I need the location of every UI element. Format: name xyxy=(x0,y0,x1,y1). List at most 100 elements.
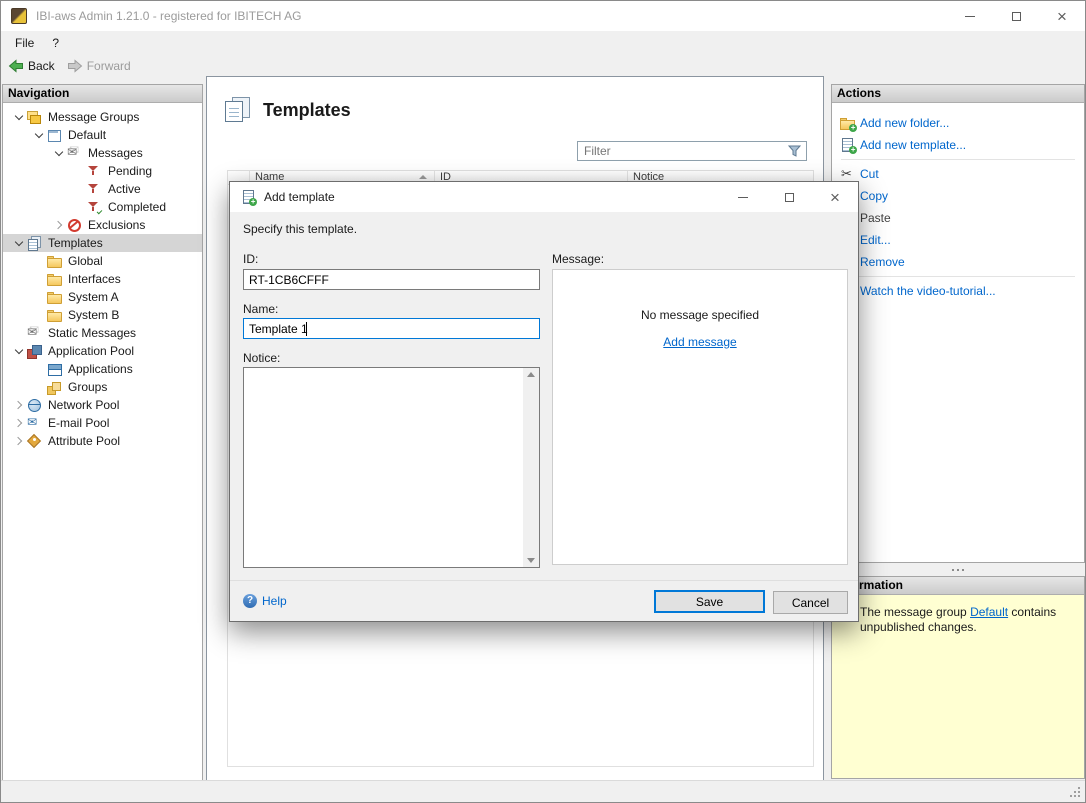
tree-item-completed[interactable]: Completed xyxy=(3,198,202,216)
add-template-dialog-icon xyxy=(240,189,256,205)
action-cut[interactable]: Cut xyxy=(832,163,1084,185)
forward-button[interactable]: Forward xyxy=(67,58,131,74)
action-copy[interactable]: Copy xyxy=(832,185,1084,207)
tree-item-label: Static Messages xyxy=(48,326,136,340)
close-button[interactable] xyxy=(1039,1,1085,31)
templates-page-icon xyxy=(224,97,252,123)
chevron-right-icon[interactable] xyxy=(13,435,27,447)
folder-icon xyxy=(47,272,61,286)
save-button[interactable]: Save xyxy=(654,590,765,613)
filter-input[interactable] xyxy=(578,144,788,158)
dialog-subtitle: Specify this template. xyxy=(243,222,357,236)
tree-item-templates[interactable]: Templates xyxy=(3,234,202,252)
chevron-spacer xyxy=(33,291,47,303)
page-title: Templates xyxy=(263,100,351,121)
toolbar: Back Forward xyxy=(1,54,1085,78)
scissors-icon xyxy=(840,166,856,182)
groups-icon xyxy=(47,380,61,394)
tree-item-static-messages[interactable]: Static Messages xyxy=(3,324,202,342)
notice-scrollbar[interactable] xyxy=(523,368,539,567)
menu-file[interactable]: File xyxy=(6,33,43,53)
chevron-right-icon[interactable] xyxy=(13,417,27,429)
tree-item-groups[interactable]: Groups xyxy=(3,378,202,396)
dialog-close-button[interactable] xyxy=(812,182,858,212)
chevron-spacer xyxy=(73,165,87,177)
tree-item-global[interactable]: Global xyxy=(3,252,202,270)
tree-item-label: System B xyxy=(68,308,119,322)
action-edit[interactable]: Edit... xyxy=(832,229,1084,251)
message-groups-icon xyxy=(27,110,41,124)
actions-header: Actions xyxy=(832,85,1084,103)
tree-item-email-pool[interactable]: E-mail Pool xyxy=(3,414,202,432)
separator xyxy=(841,159,1075,160)
notice-textarea[interactable] xyxy=(243,367,540,568)
dialog-titlebar: Add template xyxy=(230,182,858,212)
tree-item-interfaces[interactable]: Interfaces xyxy=(3,270,202,288)
default-group-link[interactable]: Default xyxy=(970,605,1008,619)
no-message-text: No message specified xyxy=(553,308,847,322)
action-watch-tutorial[interactable]: Watch the video-tutorial... xyxy=(832,280,1084,302)
info-text-before: The message group xyxy=(860,605,970,619)
action-paste[interactable]: Paste xyxy=(832,207,1084,229)
tree-item-messages[interactable]: Messages xyxy=(3,144,202,162)
forward-arrow-icon xyxy=(67,58,83,74)
tree-item-system-a[interactable]: System A xyxy=(3,288,202,306)
tree-item-active[interactable]: Active xyxy=(3,180,202,198)
scroll-up-icon[interactable] xyxy=(527,372,535,377)
check-mark xyxy=(97,209,103,215)
tree-item-attribute-pool[interactable]: Attribute Pool xyxy=(3,432,202,450)
tree-item-applications[interactable]: Applications xyxy=(3,360,202,378)
tree-item-application-pool[interactable]: Application Pool xyxy=(3,342,202,360)
tree-item-system-b[interactable]: System B xyxy=(3,306,202,324)
navigation-header: Navigation xyxy=(3,85,202,103)
chevron-right-icon[interactable] xyxy=(53,219,67,231)
back-button[interactable]: Back xyxy=(8,58,55,74)
back-label: Back xyxy=(28,59,55,73)
chevron-down-icon[interactable] xyxy=(13,345,27,357)
tree-item-label: Interfaces xyxy=(68,272,121,286)
name-label: Name: xyxy=(243,302,278,316)
tree-item-network-pool[interactable]: Network Pool xyxy=(3,396,202,414)
filter-funnel-icon[interactable] xyxy=(788,145,801,157)
actions-panel: Actions Add new folder... Add new templa… xyxy=(831,84,1085,563)
information-panel: Information The message group Default co… xyxy=(831,576,1085,779)
panel-splitter[interactable] xyxy=(831,563,1085,576)
tree-item-message-groups[interactable]: Message Groups xyxy=(3,108,202,126)
tree-item-exclusions[interactable]: Exclusions xyxy=(3,216,202,234)
chevron-spacer xyxy=(73,183,87,195)
chevron-down-icon[interactable] xyxy=(13,111,27,123)
action-label: Cut xyxy=(860,167,879,181)
chevron-spacer xyxy=(33,381,47,393)
maximize-button[interactable] xyxy=(993,1,1039,31)
tree-item-label: Templates xyxy=(48,236,103,250)
name-field[interactable] xyxy=(243,318,540,339)
action-add-new-template[interactable]: Add new template... xyxy=(832,134,1084,156)
tree-item-default[interactable]: Default xyxy=(3,126,202,144)
id-field[interactable] xyxy=(243,269,540,290)
menu-help[interactable]: ? xyxy=(43,33,68,53)
help-link[interactable]: Help xyxy=(243,594,287,608)
chevron-down-icon[interactable] xyxy=(13,237,27,249)
plus-badge-icon xyxy=(849,146,857,154)
chevron-right-icon[interactable] xyxy=(13,399,27,411)
dialog-title: Add template xyxy=(264,190,335,204)
messages-icon xyxy=(67,146,81,160)
action-add-new-folder[interactable]: Add new folder... xyxy=(832,112,1084,134)
dialog-minimize-button[interactable] xyxy=(720,182,766,212)
id-label: ID: xyxy=(243,252,258,266)
add-message-link[interactable]: Add message xyxy=(663,335,736,349)
completed-funnel-icon xyxy=(87,200,101,214)
scroll-down-icon[interactable] xyxy=(527,558,535,563)
tree-item-pending[interactable]: Pending xyxy=(3,162,202,180)
action-remove[interactable]: Remove xyxy=(832,251,1084,273)
cancel-button[interactable]: Cancel xyxy=(773,591,848,614)
message-group-icon xyxy=(47,128,61,142)
chevron-down-icon[interactable] xyxy=(33,129,47,141)
dialog-maximize-button[interactable] xyxy=(766,182,812,212)
resize-grip[interactable] xyxy=(1078,795,1080,797)
text-cursor xyxy=(306,322,307,336)
minimize-button[interactable] xyxy=(947,1,993,31)
chevron-down-icon[interactable] xyxy=(53,147,67,159)
tree-item-label: Exclusions xyxy=(88,218,145,232)
message-label: Message: xyxy=(552,252,604,266)
